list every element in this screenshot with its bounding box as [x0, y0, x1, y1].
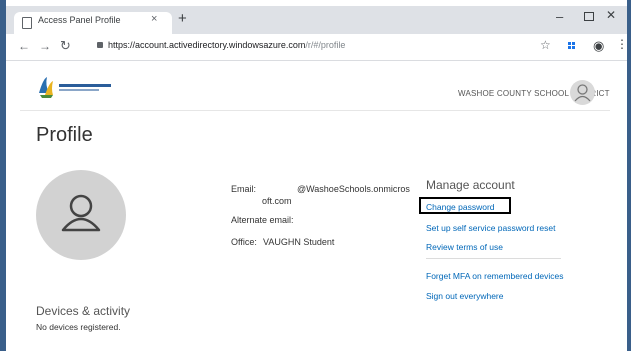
email-value-continued: oft.com	[262, 196, 292, 206]
new-tab-button[interactable]: +	[178, 10, 187, 27]
minimize-button[interactable]: –	[556, 9, 563, 24]
page-title: Profile	[36, 124, 93, 146]
back-arrow-icon[interactable]: ←	[18, 39, 30, 53]
tab-title: Access Panel Profile	[38, 15, 121, 25]
address-bar[interactable]: https://account.activedirectory.windowsa…	[108, 40, 345, 50]
account-icon[interactable]: ◉	[593, 38, 604, 54]
window-frame-right	[627, 0, 631, 351]
url-path: /r/#/profile	[305, 40, 346, 50]
header-avatar[interactable]	[570, 80, 595, 105]
highlight-box	[419, 197, 511, 214]
windows-extension-icon[interactable]	[568, 42, 576, 50]
devices-status: No devices registered.	[36, 322, 121, 332]
header-divider	[20, 110, 610, 111]
district-logo	[39, 77, 111, 98]
maximize-button[interactable]	[584, 12, 594, 21]
email-value: @WashoeSchools.onmicros	[297, 184, 410, 194]
sign-out-everywhere-link[interactable]: Sign out everywhere	[426, 291, 504, 301]
bookmark-star-icon[interactable]: ☆	[540, 38, 551, 52]
url-host: https://account.activedirectory.windowsa…	[108, 40, 306, 50]
review-terms-link[interactable]: Review terms of use	[426, 242, 503, 252]
page-icon	[22, 17, 32, 29]
manage-account-divider	[426, 258, 561, 259]
office-value: VAUGHN Student	[263, 237, 335, 247]
forward-arrow-icon[interactable]: →	[39, 39, 51, 53]
devices-activity-title: Devices & activity	[36, 304, 131, 318]
lock-icon	[97, 42, 103, 48]
self-service-password-reset-link[interactable]: Set up self service password reset	[426, 223, 555, 233]
alternate-email-label: Alternate email:	[231, 215, 294, 225]
profile-avatar	[36, 170, 126, 260]
reload-icon[interactable]: ↻	[60, 38, 71, 54]
tab-close-icon[interactable]: ×	[151, 13, 157, 25]
office-label: Office:	[231, 237, 257, 247]
manage-account-title: Manage account	[426, 178, 515, 192]
menu-icon[interactable]: ⋮	[616, 37, 628, 51]
forget-mfa-link[interactable]: Forget MFA on remembered devices	[426, 271, 563, 281]
email-label: Email:	[231, 184, 257, 194]
close-window-button[interactable]: ✕	[606, 8, 616, 22]
